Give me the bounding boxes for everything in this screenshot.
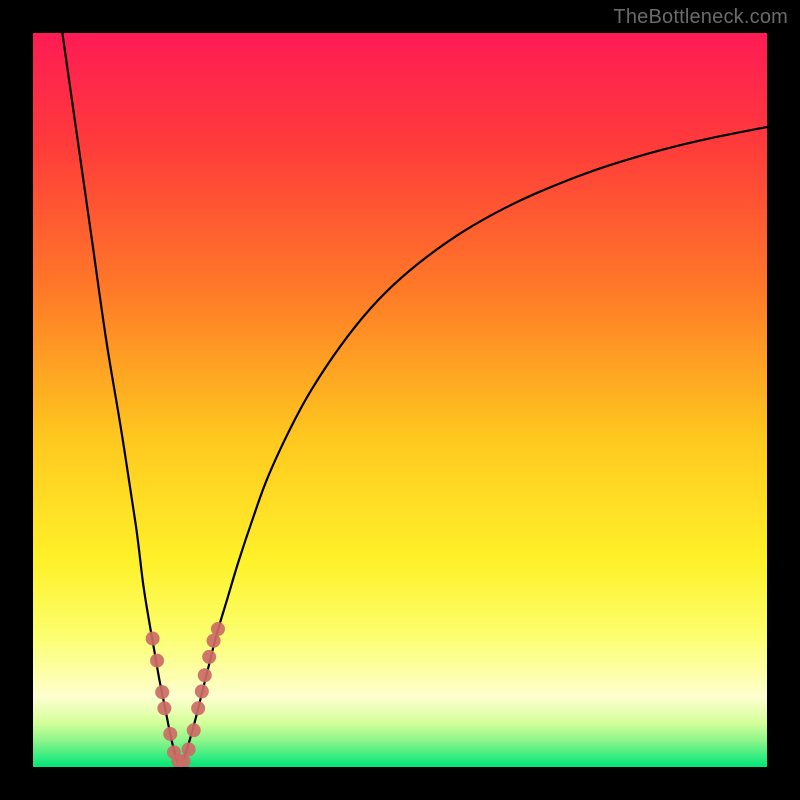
heatmap-background xyxy=(33,33,767,767)
watermark-text: TheBottleneck.com xyxy=(613,6,788,29)
plot-area xyxy=(33,33,767,767)
chart-frame: TheBottleneck.com xyxy=(0,0,800,800)
